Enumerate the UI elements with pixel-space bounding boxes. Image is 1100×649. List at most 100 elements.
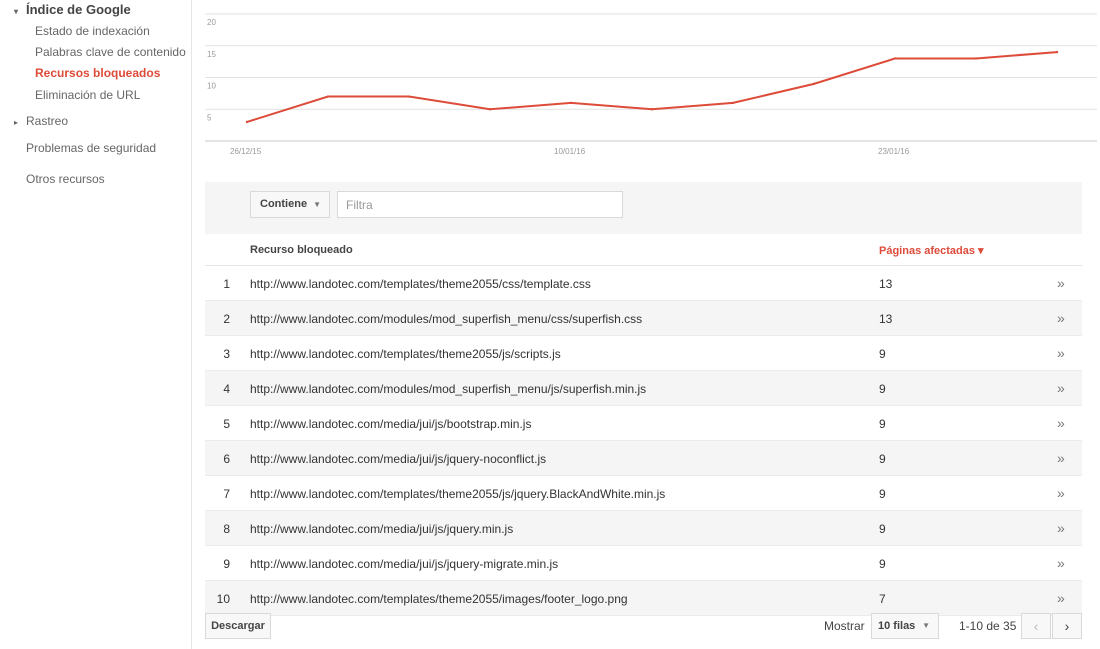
data-point [326, 95, 330, 98]
row-number: 7 [223, 487, 230, 501]
blocked-resources-table: Recurso bloqueado Páginas afectadas ▾ 1 h… [205, 235, 1082, 616]
column-header-affected-pages[interactable]: Páginas afectadas ▾ [879, 244, 984, 257]
rows-per-page-select[interactable]: 10 filas ▼ [871, 613, 939, 639]
row-details-icon: » [1057, 275, 1065, 291]
table-row[interactable]: 8 http://www.landotec.com/media/jui/js/jq… [205, 511, 1082, 546]
row-number: 4 [223, 382, 230, 396]
sidebar-section-label: Índice de Google [26, 2, 131, 17]
table-row[interactable]: 5 http://www.landotec.com/media/jui/js/bo… [205, 406, 1082, 441]
sidebar-item-content-keywords[interactable]: Palabras clave de contenido [35, 45, 186, 59]
row-details-icon: » [1057, 520, 1065, 536]
filter-type-select[interactable]: Contiene ▼ [250, 191, 330, 218]
sidebar-item-crawl[interactable]: ▸ Rastreo [14, 114, 68, 128]
sidebar-item-label: Rastreo [26, 114, 69, 128]
affected-pages-count: 9 [879, 382, 886, 396]
row-details-icon: » [1057, 450, 1065, 466]
sidebar-section-google-index[interactable]: ▾ Índice de Google [14, 2, 131, 17]
data-point [488, 108, 492, 111]
table-row[interactable]: 2 http://www.landotec.com/modules/mod_sup… [205, 301, 1082, 336]
sidebar-item-security-issues[interactable]: Problemas de seguridad [26, 141, 156, 155]
row-details-icon: » [1057, 485, 1065, 501]
data-point [893, 57, 897, 60]
y-tick-label: 10 [207, 82, 216, 91]
row-number: 10 [216, 592, 230, 606]
chart-svg: 5 10 15 20 26/12/15 10/01/16 23/01/16 [205, 13, 1097, 156]
table-footer: Descargar Mostrar 10 filas ▼ 1-10 de 35 … [205, 613, 1082, 639]
row-details-icon: » [1057, 415, 1065, 431]
data-point [245, 120, 249, 124]
resource-url: http://www.landotec.com/media/jui/js/jqu… [250, 522, 514, 536]
filter-bar: Contiene ▼ [205, 182, 1082, 234]
table-row[interactable]: 9 http://www.landotec.com/media/jui/js/jq… [205, 546, 1082, 581]
data-point [650, 108, 654, 111]
data-point [812, 82, 816, 86]
x-tick-label: 23/01/16 [878, 147, 910, 156]
download-button[interactable]: Descargar [205, 613, 271, 639]
sidebar-item-url-removal[interactable]: Eliminación de URL [35, 88, 140, 102]
row-details-icon: » [1057, 345, 1065, 361]
column-header-resource[interactable]: Recurso bloqueado [250, 244, 353, 256]
table-row[interactable]: 3 http://www.landotec.com/templates/theme… [205, 336, 1082, 371]
table-row[interactable]: 1 http://www.landotec.com/templates/theme… [205, 266, 1082, 301]
row-details-icon: » [1057, 590, 1065, 606]
data-point [569, 101, 573, 105]
x-tick-label: 10/01/16 [554, 147, 586, 156]
series-line [246, 51, 1058, 123]
x-tick-label: 26/12/15 [230, 147, 262, 156]
y-tick-label: 5 [207, 113, 212, 122]
table-row[interactable]: 4 http://www.landotec.com/modules/mod_sup… [205, 371, 1082, 406]
affected-pages-count: 7 [879, 592, 886, 606]
row-details-icon: » [1057, 555, 1065, 571]
filter-type-label: Contiene [260, 198, 308, 210]
resource-url: http://www.landotec.com/media/jui/js/jqu… [250, 557, 559, 571]
next-page-button[interactable]: › [1052, 613, 1082, 639]
resource-url: http://www.landotec.com/modules/mod_supe… [250, 382, 647, 396]
resource-url: http://www.landotec.com/templates/theme2… [250, 277, 591, 291]
collapsed-icon: ▸ [14, 118, 19, 127]
resource-url: http://www.landotec.com/templates/theme2… [250, 592, 628, 606]
data-point [407, 95, 411, 98]
chevron-right-icon: › [1064, 618, 1070, 634]
affected-pages-count: 13 [879, 312, 893, 326]
row-details-icon: » [1057, 310, 1065, 326]
affected-pages-count: 9 [879, 557, 886, 571]
resource-url: http://www.landotec.com/media/jui/js/boo… [250, 417, 532, 431]
data-point [974, 57, 978, 60]
table-row[interactable]: 7 http://www.landotec.com/templates/theme… [205, 476, 1082, 511]
resource-url: http://www.landotec.com/templates/theme2… [250, 347, 561, 361]
caret-down-icon: ▼ [313, 200, 321, 209]
resource-url: http://www.landotec.com/templates/theme2… [250, 487, 666, 501]
rows-per-page-label: 10 filas [878, 620, 916, 632]
sidebar-item-indexing-status[interactable]: Estado de indexación [35, 24, 150, 38]
blocked-resources-chart: 5 10 15 20 26/12/15 10/01/16 23/01/16 [193, 0, 1100, 170]
resource-url: http://www.landotec.com/modules/mod_supe… [250, 312, 643, 326]
row-number: 9 [223, 557, 230, 571]
y-tick-label: 20 [207, 18, 216, 27]
row-number: 8 [223, 522, 230, 536]
sidebar-item-blocked-resources[interactable]: Recursos bloqueados [35, 66, 160, 80]
data-point [731, 101, 735, 105]
affected-pages-count: 9 [879, 487, 886, 501]
pagination-info: 1-10 de 35 [959, 619, 1017, 633]
affected-pages-count: 9 [879, 452, 886, 466]
affected-pages-count: 9 [879, 522, 886, 536]
table-row[interactable]: 6 http://www.landotec.com/media/jui/js/jq… [205, 441, 1082, 476]
show-label: Mostrar [824, 619, 865, 633]
table-row[interactable]: 10 http://www.landotec.com/templates/them… [205, 581, 1082, 616]
caret-down-icon: ▼ [922, 621, 930, 630]
previous-page-button[interactable]: ‹ [1021, 613, 1051, 639]
sidebar: ▾ Índice de Google Estado de indexación P… [0, 0, 192, 649]
row-number: 3 [223, 347, 230, 361]
expand-icon: ▾ [14, 7, 19, 16]
table-header: Recurso bloqueado Páginas afectadas ▾ [205, 235, 1082, 266]
sidebar-item-other-resources[interactable]: Otros recursos [26, 172, 105, 186]
affected-pages-count: 13 [879, 277, 893, 291]
row-number: 1 [223, 277, 230, 291]
row-number: 2 [223, 312, 230, 326]
chevron-left-icon: ‹ [1033, 618, 1039, 634]
row-details-icon: » [1057, 380, 1065, 396]
row-number: 6 [223, 452, 230, 466]
resource-url: http://www.landotec.com/media/jui/js/jqu… [250, 452, 547, 466]
filter-input[interactable] [337, 191, 623, 218]
affected-pages-count: 9 [879, 347, 886, 361]
